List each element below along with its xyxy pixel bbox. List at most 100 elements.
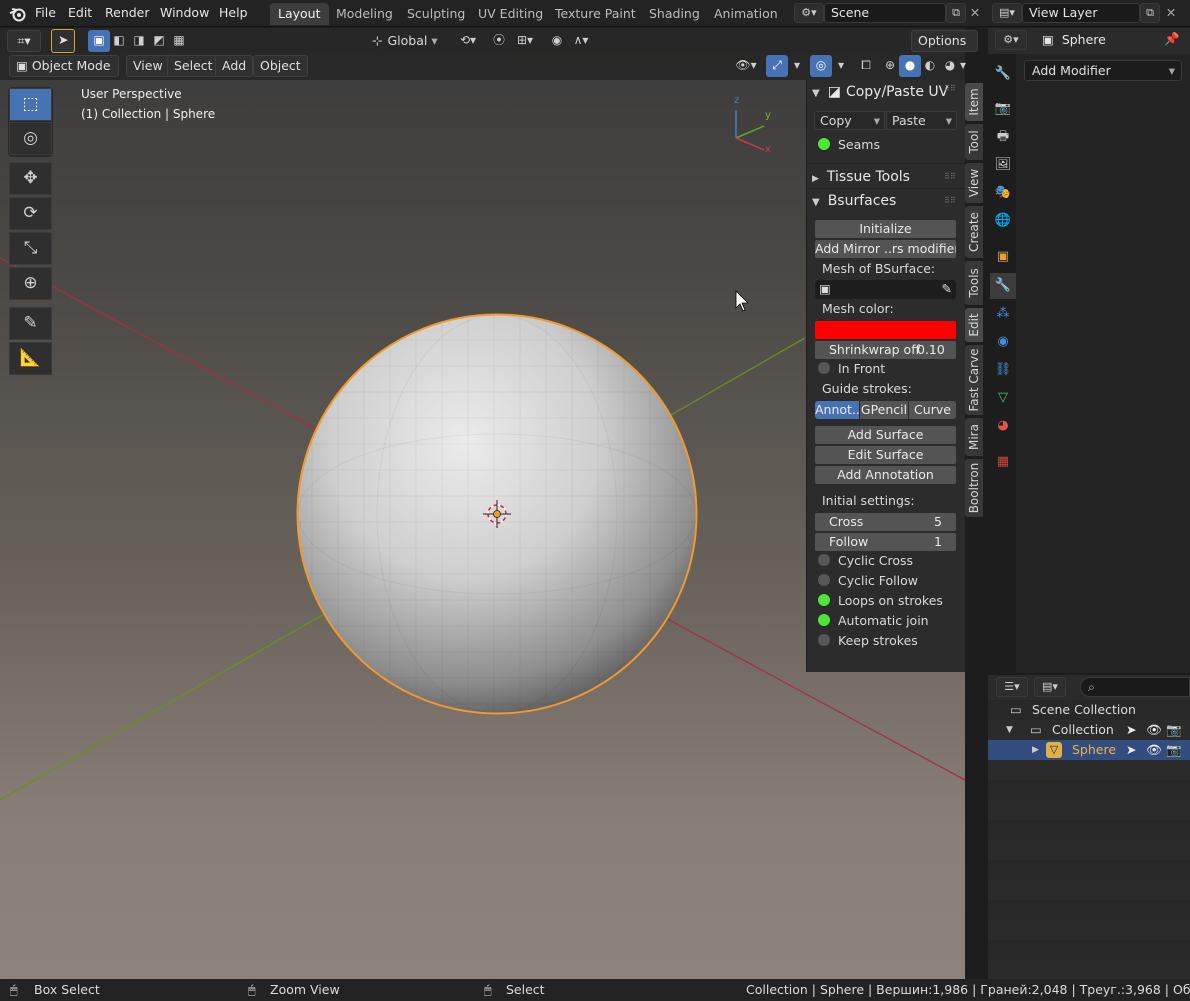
- remove-view-layer-icon[interactable]: ✕: [1162, 3, 1180, 23]
- new-scene-icon[interactable]: ⧉: [946, 3, 966, 23]
- keep-strokes-checkbox[interactable]: Keep strokes: [818, 632, 918, 650]
- select-mode-extend-icon[interactable]: ◧: [108, 30, 130, 52]
- view-layer-properties-icon[interactable]: 🖼: [990, 152, 1016, 178]
- pin-icon[interactable]: 📌: [1164, 31, 1180, 47]
- scene-properties-icon[interactable]: 🎭: [990, 180, 1016, 206]
- xray-toggle-icon[interactable]: ⧠: [855, 55, 877, 77]
- pivot-point-icon[interactable]: ⟲▾: [453, 30, 483, 52]
- guide-curve-button[interactable]: Curve: [909, 401, 956, 419]
- physics-properties-icon[interactable]: ◉: [990, 329, 1016, 355]
- new-view-layer-icon[interactable]: ⧉: [1140, 3, 1160, 23]
- initialize-button[interactable]: Initialize: [815, 220, 956, 238]
- shrinkwrap-slider[interactable]: Shrinkwrap off 0.10: [815, 341, 956, 359]
- gizmo-toggle-icon[interactable]: ⤢: [766, 55, 788, 77]
- drag-handle-icon[interactable]: ⠿⠿: [944, 172, 956, 181]
- drag-handle-icon[interactable]: ⠿⠿: [944, 84, 956, 93]
- tab-modeling[interactable]: Modeling: [328, 3, 401, 25]
- blender-logo-icon[interactable]: [9, 5, 27, 23]
- expand-arrow-icon[interactable]: ▼: [1006, 720, 1013, 740]
- render-properties-icon[interactable]: 📷: [990, 96, 1016, 122]
- menu-view[interactable]: View: [126, 55, 170, 77]
- object-mode-dropdown[interactable]: ▣Object Mode ▾: [9, 55, 119, 77]
- menu-object[interactable]: Object: [253, 55, 308, 77]
- render-toggle-icon[interactable]: 📷: [1166, 720, 1182, 740]
- object-properties-icon[interactable]: ▣: [990, 244, 1016, 270]
- tool-select-box-icon[interactable]: ⬚: [9, 88, 52, 121]
- automatic-join-checkbox[interactable]: Automatic join: [818, 612, 929, 630]
- copy-paste-uv-header[interactable]: ▼ ◪ Copy/Paste UV: [812, 80, 962, 104]
- copy-dropdown[interactable]: Copy ▾: [814, 111, 885, 130]
- overlays-toggle-icon[interactable]: ◎: [810, 55, 832, 77]
- guide-annot-button[interactable]: Annot..: [815, 401, 859, 419]
- guide-gpencil-button[interactable]: GPencil: [860, 401, 908, 419]
- expand-arrow-icon[interactable]: ▶: [1032, 740, 1039, 760]
- outliner-sphere[interactable]: ▶ ▽ Sphere ➤ 👁 📷: [988, 740, 1190, 760]
- follow-field[interactable]: Follow 1: [815, 533, 956, 551]
- tool-measure-icon[interactable]: 📐: [9, 342, 52, 375]
- cross-field[interactable]: Cross 5: [815, 513, 956, 531]
- scene-name-field[interactable]: Scene: [824, 3, 946, 23]
- mesh-color-swatch[interactable]: [815, 321, 956, 339]
- tool-rotate-icon[interactable]: ⟳: [9, 197, 52, 230]
- tool-cursor-icon[interactable]: ◎: [9, 122, 52, 155]
- menu-render[interactable]: Render: [99, 0, 156, 26]
- menu-select[interactable]: Select: [167, 55, 220, 77]
- menu-edit[interactable]: Edit: [62, 0, 98, 26]
- tab-animation[interactable]: Animation: [706, 3, 786, 25]
- tab-sculpting[interactable]: Sculpting: [399, 3, 473, 25]
- scene-selector-icon[interactable]: ⚙▾: [794, 3, 824, 23]
- transform-orientation-dropdown[interactable]: ⊹ Global ▾: [372, 30, 448, 52]
- view-layer-selector-icon[interactable]: ▤▾: [992, 3, 1022, 23]
- outliner-scene-collection[interactable]: ▭ Scene Collection: [988, 700, 1190, 720]
- outliner-collection[interactable]: ▼ ▭ Collection ➤ 👁 📷: [988, 720, 1190, 740]
- proportional-edit-icon[interactable]: ◉: [546, 30, 568, 52]
- shading-material-icon[interactable]: ◐: [919, 55, 941, 77]
- tool-transform-icon[interactable]: ⊕: [9, 267, 52, 300]
- view-layer-field[interactable]: View Layer: [1022, 3, 1140, 23]
- add-modifier-dropdown[interactable]: Add Modifier ▾: [1024, 60, 1182, 81]
- loops-on-strokes-checkbox[interactable]: Loops on strokes: [818, 592, 943, 610]
- visibility-toggle-icon[interactable]: 👁: [1146, 720, 1162, 740]
- mesh-of-bsurface-field[interactable]: ▣ ✎: [815, 280, 956, 299]
- menu-help[interactable]: Help: [213, 0, 254, 26]
- selectable-toggle-icon[interactable]: ➤: [1126, 720, 1136, 740]
- falloff-icon[interactable]: ∧▾: [566, 30, 596, 52]
- menu-window[interactable]: Window: [154, 0, 215, 26]
- menu-file[interactable]: File: [29, 0, 62, 26]
- select-mode-intersect-icon[interactable]: ▦: [168, 30, 190, 52]
- menu-add[interactable]: Add: [215, 55, 254, 77]
- material-properties-icon[interactable]: ◕: [990, 413, 1016, 439]
- select-mode-new-icon[interactable]: ▣: [88, 30, 110, 52]
- gizmo-dropdown-icon[interactable]: ▾: [786, 55, 808, 77]
- eyedropper-icon[interactable]: ✎: [942, 281, 952, 296]
- visibility-toggle-icon[interactable]: 👁: [1146, 740, 1162, 760]
- outliner-editor-type-icon[interactable]: ☰▾: [996, 677, 1028, 697]
- add-surface-button[interactable]: Add Surface: [815, 426, 956, 444]
- cyclic-follow-checkbox[interactable]: Cyclic Follow: [818, 572, 918, 590]
- cyclic-cross-checkbox[interactable]: Cyclic Cross: [818, 552, 913, 570]
- constraints-properties-icon[interactable]: ⛓: [990, 357, 1016, 383]
- shading-wireframe-icon[interactable]: ⊕: [879, 55, 901, 77]
- world-properties-icon[interactable]: 🌐: [990, 208, 1016, 234]
- paste-dropdown[interactable]: Paste ▾: [886, 111, 957, 130]
- editor-type-icon[interactable]: ⌗▾: [7, 30, 41, 52]
- tab-shading[interactable]: Shading: [641, 3, 708, 25]
- add-annotation-button[interactable]: Add Annotation: [815, 466, 956, 484]
- data-properties-icon[interactable]: ▽: [990, 385, 1016, 411]
- tab-texture-paint[interactable]: Texture Paint: [547, 3, 644, 25]
- tab-layout[interactable]: Layout: [270, 3, 329, 25]
- render-toggle-icon[interactable]: 📷: [1166, 740, 1182, 760]
- modifier-properties-icon[interactable]: 🔧: [990, 273, 1016, 299]
- tissue-tools-header[interactable]: ▶ Tissue Tools: [812, 165, 962, 189]
- tool-annotate-icon[interactable]: ✎: [9, 307, 52, 340]
- display-mode-icon[interactable]: ▤▾: [1034, 677, 1066, 697]
- texture-properties-icon[interactable]: ▦: [990, 449, 1016, 475]
- tool-scale-icon[interactable]: ⤡: [9, 232, 52, 265]
- visibility-filter-icon[interactable]: 👁▾: [730, 55, 762, 77]
- bsurfaces-header[interactable]: ▼ Bsurfaces: [812, 189, 962, 213]
- remove-scene-icon[interactable]: ✕: [966, 3, 984, 23]
- edit-surface-button[interactable]: Edit Surface: [815, 446, 956, 464]
- sidebar-tab-booltron[interactable]: Booltron: [965, 459, 983, 517]
- overlays-dropdown-icon[interactable]: ▾: [830, 55, 852, 77]
- tab-uv-editing[interactable]: UV Editing: [470, 3, 551, 25]
